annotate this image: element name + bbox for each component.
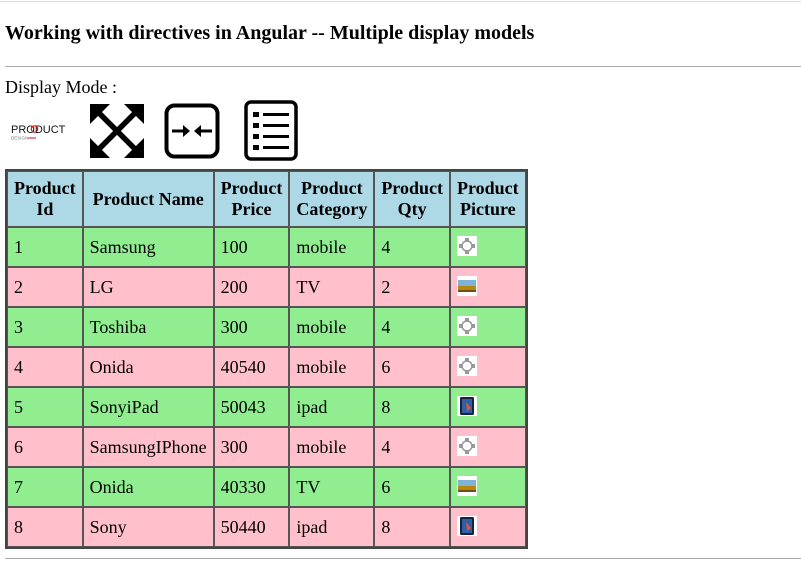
cell-product-qty: 8 bbox=[374, 507, 450, 547]
table-row: 7 Onida 40330 TV 6 bbox=[7, 467, 526, 507]
table-row: 2 LG 200 TV 2 bbox=[7, 267, 526, 307]
cell-product-price: 50440 bbox=[213, 507, 290, 547]
cell-product-price: 40330 bbox=[213, 467, 290, 507]
expand-mode-button[interactable] bbox=[88, 102, 146, 160]
table-row: 8 Sony 50440 ipad 8 bbox=[7, 507, 526, 547]
products-table: Product Id Product Name Product Price Pr… bbox=[5, 169, 528, 549]
page: Working with directives in Angular -- Mu… bbox=[0, 0, 801, 569]
cell-product-picture bbox=[449, 387, 526, 427]
cell-product-id: 1 bbox=[7, 227, 83, 267]
cell-product-category: TV bbox=[289, 267, 375, 307]
cell-product-price: 100 bbox=[213, 227, 290, 267]
cell-product-category: mobile bbox=[289, 307, 375, 347]
logo-text: PRODUCT bbox=[11, 124, 66, 136]
cell-product-name: SamsungIPhone bbox=[82, 427, 214, 467]
cell-product-qty: 4 bbox=[374, 427, 450, 467]
cell-product-picture bbox=[449, 267, 526, 307]
tablet-icon[interactable] bbox=[456, 395, 477, 416]
cell-product-name: Onida bbox=[82, 347, 214, 387]
cell-product-id: 7 bbox=[7, 467, 83, 507]
cell-product-picture bbox=[449, 347, 526, 387]
header-product-picture[interactable]: Product Picture bbox=[449, 171, 526, 227]
cell-product-name: Toshiba bbox=[82, 307, 214, 347]
cell-product-name: Onida bbox=[82, 467, 214, 507]
list-mode-button[interactable] bbox=[244, 100, 298, 161]
product-logo: PRODUCT DESIGN bbox=[11, 124, 66, 141]
cell-product-category: ipad bbox=[289, 507, 375, 547]
display-mode-label: Display Mode : bbox=[5, 77, 117, 97]
tv-icon[interactable] bbox=[456, 275, 477, 296]
phone-icon[interactable] bbox=[456, 355, 477, 376]
cell-product-price: 50043 bbox=[213, 387, 290, 427]
list-icon bbox=[244, 100, 298, 161]
cell-product-picture bbox=[449, 467, 526, 507]
cell-product-id: 8 bbox=[7, 507, 83, 547]
table-header-row: Product Id Product Name Product Price Pr… bbox=[7, 171, 526, 227]
cell-product-qty: 4 bbox=[374, 227, 450, 267]
cell-product-price: 300 bbox=[213, 307, 290, 347]
expand-arrows-icon bbox=[90, 104, 144, 158]
phone-icon[interactable] bbox=[456, 435, 477, 456]
title-divider bbox=[5, 66, 801, 67]
table-row: 5 SonyiPad 50043 ipad 8 bbox=[7, 387, 526, 427]
top-border bbox=[0, 1, 801, 2]
phone-icon[interactable] bbox=[456, 315, 477, 336]
compress-mode-button[interactable] bbox=[164, 103, 220, 159]
cell-product-category: ipad bbox=[289, 387, 375, 427]
tablet-icon[interactable] bbox=[456, 515, 477, 536]
cell-product-picture bbox=[449, 227, 526, 267]
header-product-category[interactable]: Product Category bbox=[289, 171, 375, 227]
cell-product-price: 40540 bbox=[213, 347, 290, 387]
tv-icon[interactable] bbox=[456, 475, 477, 496]
cell-product-id: 5 bbox=[7, 387, 83, 427]
compress-arrows-icon bbox=[164, 103, 220, 159]
table-row: 6 SamsungIPhone 300 mobile 4 bbox=[7, 427, 526, 467]
table-row: 3 Toshiba 300 mobile 4 bbox=[7, 307, 526, 347]
header-product-qty[interactable]: Product Qty bbox=[374, 171, 450, 227]
cell-product-qty: 2 bbox=[374, 267, 450, 307]
cell-product-qty: 8 bbox=[374, 387, 450, 427]
cell-product-name: Sony bbox=[82, 507, 214, 547]
product-logo-button[interactable]: PRODUCT DESIGN bbox=[10, 121, 68, 141]
cell-product-qty: 6 bbox=[374, 467, 450, 507]
table-row: 1 Samsung 100 mobile 4 bbox=[7, 227, 526, 267]
cell-product-qty: 4 bbox=[374, 307, 450, 347]
cell-product-name: SonyiPad bbox=[82, 387, 214, 427]
cell-product-price: 300 bbox=[213, 427, 290, 467]
cell-product-name: Samsung bbox=[82, 227, 214, 267]
cell-product-id: 2 bbox=[7, 267, 83, 307]
cell-product-picture bbox=[449, 427, 526, 467]
page-title: Working with directives in Angular -- Mu… bbox=[5, 22, 535, 44]
cell-product-qty: 6 bbox=[374, 347, 450, 387]
bottom-divider bbox=[5, 558, 801, 559]
cell-product-id: 6 bbox=[7, 427, 83, 467]
header-product-name[interactable]: Product Name bbox=[82, 171, 214, 227]
cell-product-picture bbox=[449, 507, 526, 547]
cell-product-name: LG bbox=[82, 267, 214, 307]
cell-product-id: 3 bbox=[7, 307, 83, 347]
cell-product-category: mobile bbox=[289, 227, 375, 267]
cell-product-price: 200 bbox=[213, 267, 290, 307]
cell-product-category: mobile bbox=[289, 427, 375, 467]
cell-product-category: mobile bbox=[289, 347, 375, 387]
table-row: 4 Onida 40540 mobile 6 bbox=[7, 347, 526, 387]
phone-icon[interactable] bbox=[456, 235, 477, 256]
cell-product-picture bbox=[449, 307, 526, 347]
cell-product-id: 4 bbox=[7, 347, 83, 387]
header-product-price[interactable]: Product Price bbox=[213, 171, 290, 227]
header-product-id[interactable]: Product Id bbox=[7, 171, 83, 227]
cell-product-category: TV bbox=[289, 467, 375, 507]
logo-subtext: DESIGN bbox=[11, 136, 28, 141]
